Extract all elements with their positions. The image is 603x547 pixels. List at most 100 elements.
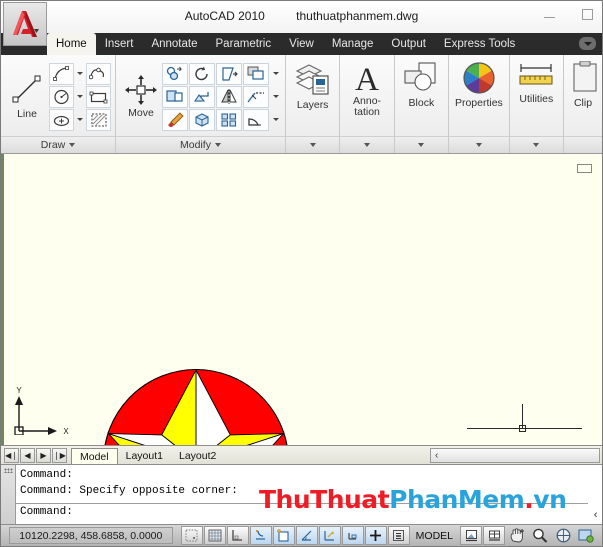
panel-layers: Layers	[286, 55, 341, 153]
tab-express-tools[interactable]: Express Tools	[435, 33, 524, 55]
mirror-tool[interactable]	[216, 85, 242, 108]
quick-view-drawings-button[interactable]	[483, 526, 505, 545]
coordinates-display[interactable]: 10120.2298, 458.6858, 0.0000	[9, 527, 173, 544]
line-tool[interactable]: Line	[5, 73, 49, 120]
panel-layers-body[interactable]: Layers	[286, 55, 339, 136]
layout-tab-layout2[interactable]: Layout2	[171, 448, 224, 465]
allow-ucs-toggle[interactable]	[341, 526, 364, 545]
prev-tab-button[interactable]: ◀	[20, 447, 35, 463]
fillet-tool[interactable]	[243, 85, 269, 108]
command-line-grip[interactable]	[1, 465, 16, 524]
panel-utilities-title[interactable]	[509, 136, 564, 153]
scale-tool[interactable]	[189, 85, 215, 108]
lineweight-toggle[interactable]	[387, 526, 410, 545]
ortho-mode-toggle[interactable]	[249, 526, 272, 545]
next-tab-button[interactable]: ▶	[36, 447, 51, 463]
hatch-icon	[91, 113, 106, 126]
autocad-logo-button[interactable]	[3, 2, 47, 46]
arc-dropdown[interactable]	[74, 63, 85, 85]
command-line-input[interactable]: Command:	[20, 504, 602, 520]
circle-tool[interactable]	[49, 85, 74, 108]
tab-manage[interactable]: Manage	[323, 33, 383, 55]
dyninput-cross-icon	[370, 530, 382, 541]
fillet-radius-tool[interactable]	[243, 108, 269, 131]
rectangle-tool[interactable]	[86, 85, 111, 108]
round-corner-dropdown[interactable]	[270, 109, 281, 131]
3d-array-tool[interactable]	[189, 108, 215, 131]
circle-dropdown[interactable]	[74, 86, 85, 108]
ellipse-tool-group	[49, 108, 85, 131]
command-expand-icon[interactable]: ‹	[592, 510, 599, 522]
chevron-down-icon	[364, 143, 371, 147]
grid-display-toggle[interactable]	[226, 526, 249, 545]
maximize-button[interactable]	[576, 5, 598, 23]
move-tool[interactable]: Move	[120, 74, 162, 119]
infer-constraints-toggle[interactable]	[180, 526, 203, 545]
rotate-tool[interactable]	[189, 62, 215, 85]
panel-layers-title[interactable]	[286, 136, 340, 153]
arc-icon	[53, 66, 69, 81]
zoom-button[interactable]	[529, 526, 551, 545]
ribbon-minimize-icon[interactable]	[579, 37, 596, 50]
space-switch-label[interactable]: MODEL	[411, 526, 458, 545]
array-tool[interactable]	[216, 108, 242, 131]
object-snap-tracking-toggle[interactable]	[318, 526, 341, 545]
panel-annotation-body[interactable]: A Anno- tation	[340, 55, 393, 136]
panel-modify-label: Modify	[180, 139, 211, 151]
panel-properties-body[interactable]: Properties	[449, 55, 509, 136]
layout-tab-model[interactable]: Model	[71, 447, 118, 465]
panel-draw: Line Draw	[1, 55, 116, 153]
otrack-icon	[324, 531, 335, 541]
panel-block-title[interactable]	[394, 136, 449, 153]
tab-insert[interactable]: Insert	[96, 33, 143, 55]
polar-tracking-toggle[interactable]	[272, 526, 295, 545]
panel-properties-title[interactable]	[449, 136, 509, 153]
panel-annotation-title[interactable]	[340, 136, 394, 153]
minimize-button[interactable]	[538, 5, 560, 23]
erase-dropdown[interactable]	[270, 63, 281, 85]
tab-home[interactable]: Home	[47, 33, 96, 55]
erase-tool[interactable]	[243, 62, 269, 85]
tab-output[interactable]: Output	[382, 33, 435, 55]
arc-tool[interactable]	[49, 62, 74, 85]
fillet-dropdown[interactable]	[270, 86, 281, 108]
copy-tool[interactable]	[162, 62, 188, 85]
ellipse-tool[interactable]	[49, 108, 74, 131]
drawing-canvas[interactable]: Y X	[1, 154, 602, 445]
hatch-tool[interactable]	[86, 108, 111, 131]
snap-mode-toggle[interactable]	[203, 526, 226, 545]
tab-annotate[interactable]: Annotate	[142, 33, 206, 55]
object-snap-toggle[interactable]	[295, 526, 318, 545]
quick-view-layouts-button[interactable]	[460, 526, 482, 545]
trim-tool[interactable]	[216, 62, 242, 85]
chevron-down-icon	[475, 143, 482, 147]
dynamic-input-toggle[interactable]	[364, 526, 387, 545]
stretch-tool[interactable]	[162, 85, 188, 108]
first-tab-button[interactable]: ◀❘	[4, 447, 19, 463]
panel-clipboard-body[interactable]: Clip	[564, 55, 602, 136]
steering-wheel-button[interactable]	[552, 526, 574, 545]
polyline-tool[interactable]	[86, 62, 111, 85]
tab-parametric[interactable]: Parametric	[207, 33, 281, 55]
grip-dots-icon	[3, 468, 13, 473]
panel-draw-title[interactable]: Draw	[1, 136, 115, 153]
panel-block-body[interactable]: Block	[395, 55, 448, 136]
annotation-label-line2: tation	[354, 106, 380, 118]
match-properties-tool[interactable]	[162, 108, 188, 131]
panel-modify-title[interactable]: Modify	[116, 136, 285, 153]
window-title: AutoCAD 2010 thuthuatphanmem.dwg	[1, 9, 602, 23]
command-line-area[interactable]: Command: Command: Specify opposite corne…	[1, 464, 602, 524]
panel-utilities-body[interactable]: Utilities	[510, 55, 563, 136]
layers-icon	[295, 64, 329, 95]
panel-utilities: Utilities	[509, 55, 565, 153]
ellipse-dropdown[interactable]	[74, 109, 85, 131]
modify-tool-grid	[162, 62, 281, 131]
pan-button[interactable]	[506, 526, 528, 545]
layout-scrollbar[interactable]: ‹	[430, 448, 600, 463]
showmotion-button[interactable]	[575, 526, 597, 545]
panel-block: Block	[394, 55, 450, 153]
layout-tab-layout1[interactable]: Layout1	[118, 448, 171, 465]
tab-view[interactable]: View	[280, 33, 323, 55]
last-tab-button[interactable]: ❘▶	[52, 447, 67, 463]
panel-clipboard-title[interactable]	[564, 136, 602, 153]
